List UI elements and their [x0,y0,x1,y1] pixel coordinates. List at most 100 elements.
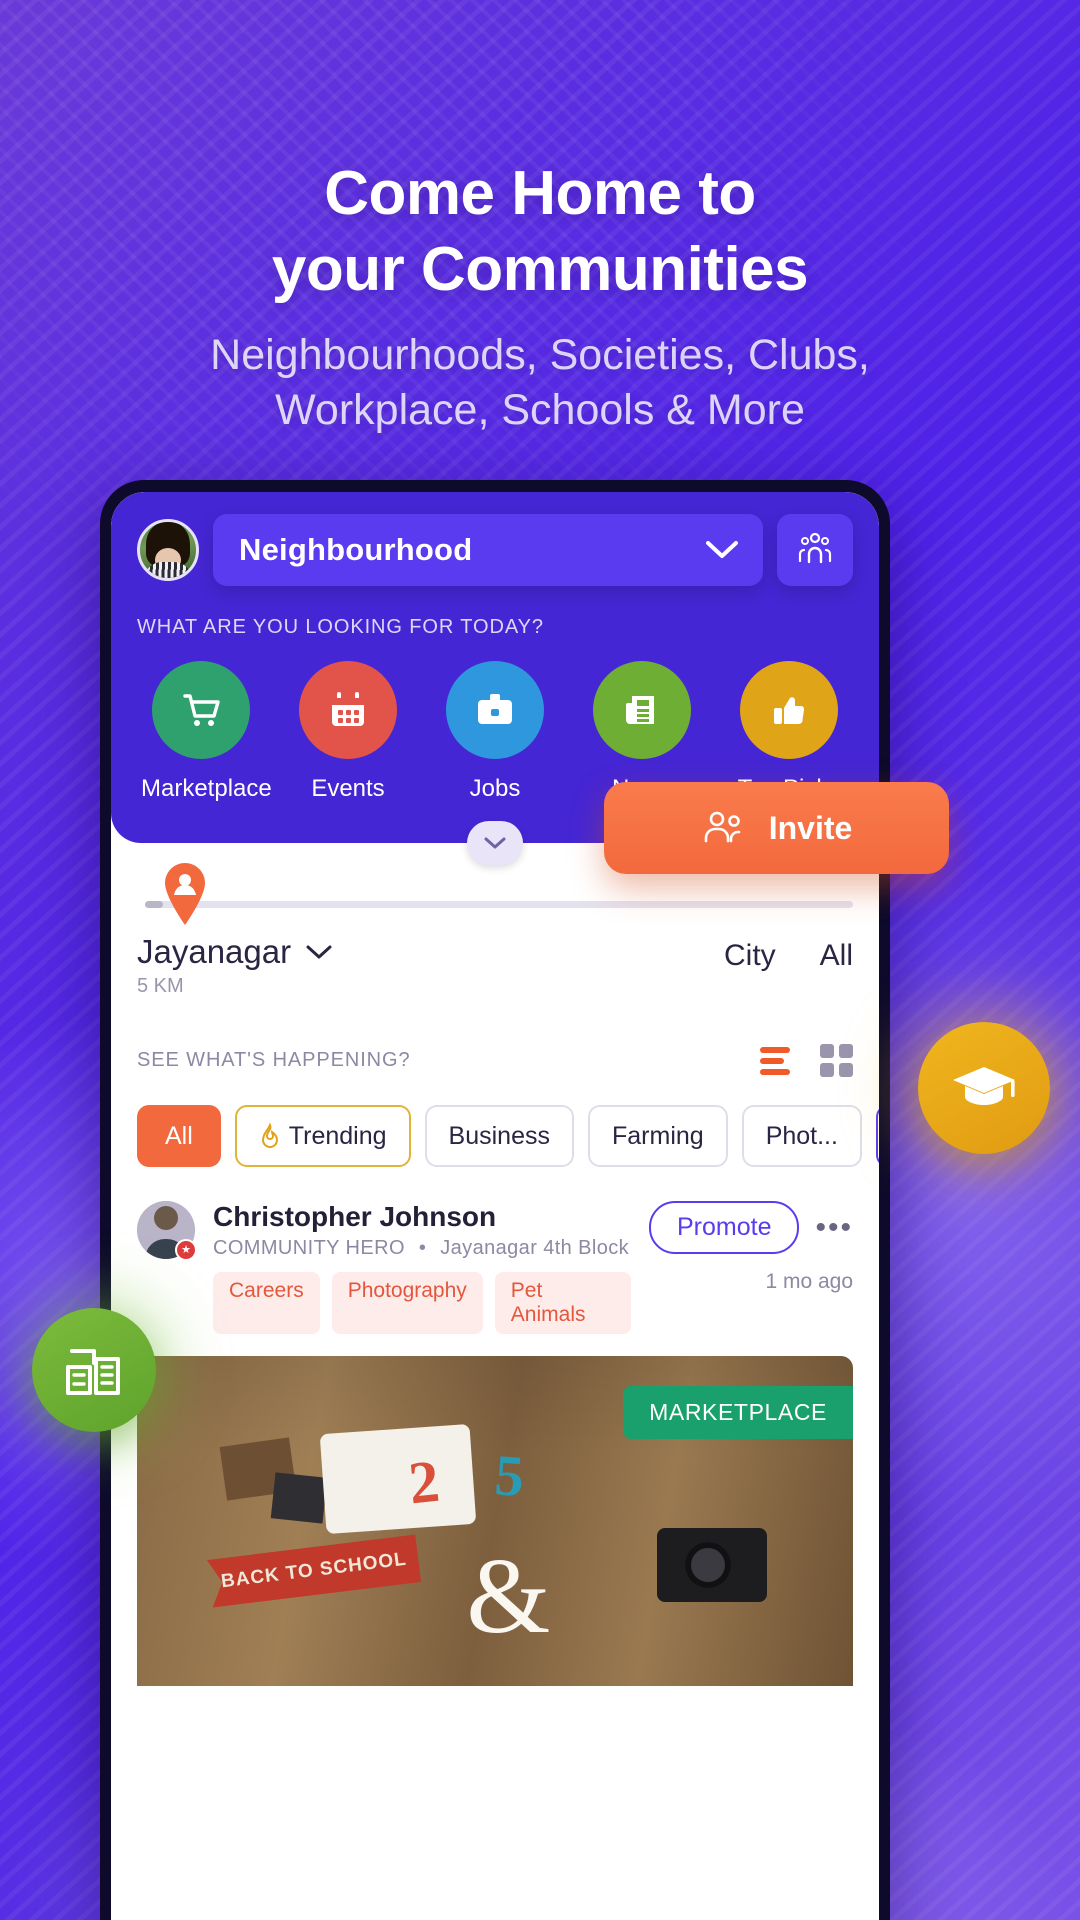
map-pin-person-icon[interactable] [159,861,211,927]
buildings-icon [62,1341,126,1399]
category-bubble [152,661,250,759]
post-author-meta: Christopher Johnson COMMUNITY HERO • Jay… [213,1201,631,1334]
category-label: Jobs [469,775,521,802]
post-author-role: COMMUNITY HERO [213,1237,405,1259]
post-image-number-right: 5 [492,1441,527,1509]
feed-post: ★ Christopher Johnson COMMUNITY HERO • J… [137,1201,853,1686]
chip-label: Phot... [765,1121,838,1150]
chip-business[interactable]: Business [424,1105,574,1167]
looking-for-label: WHAT ARE YOU LOOKING FOR TODAY? [137,616,544,638]
location-name: Jayanagar [137,933,292,970]
post-author-subline: COMMUNITY HERO • Jayanagar 4th Block [213,1237,631,1260]
people-add-icon [701,808,747,848]
app-body: Jayanagar 5 KM City All SEE WHAT'S HAPPE… [111,843,879,1686]
community-selector-value: Neighbourhood [239,532,473,567]
collapse-panel-button[interactable] [467,821,523,865]
category-bubble [740,661,838,759]
category-events[interactable]: Events [288,661,408,803]
separator-dot: • [418,1237,427,1259]
post-author-name: Christopher Johnson [213,1201,497,1232]
post-author-avatar[interactable]: ★ [137,1201,197,1261]
location-left: Jayanagar 5 KM [137,933,333,998]
chip-photography[interactable]: Phot... [741,1105,862,1167]
phone-mockup: Neighbourhood WHAT ARE YOU LOOKING FOR T… [100,480,890,1920]
category-marketplace[interactable]: Marketplace [141,661,272,803]
community-selector[interactable]: Neighbourhood [213,514,763,586]
promo-screenshot: Come Home to your Communities Neighbourh… [0,0,1080,1920]
people-group-icon [795,532,835,568]
category-jobs[interactable]: Jobs [435,661,555,803]
hero-title: Come Home to your Communities [0,163,1080,301]
promote-button[interactable]: Promote [649,1201,800,1254]
post-category-badge: MARKETPLACE [623,1386,853,1439]
app-header: Neighbourhood [137,514,853,586]
grid-view-icon[interactable] [820,1044,853,1077]
hero-section: Come Home to your Communities Neighbourh… [0,0,1080,435]
chevron-down-icon [305,944,333,960]
education-fab[interactable] [918,1022,1050,1154]
post-image-art [657,1527,768,1602]
category-label: Marketplace [141,775,272,802]
scope-city[interactable]: City [724,939,776,973]
chevron-down-icon [705,540,739,560]
scope-all[interactable]: All [820,939,853,973]
slider-track [145,901,853,908]
chip-trending[interactable]: Trending [234,1105,411,1167]
category-bubble [593,661,691,759]
phone-screen: Neighbourhood WHAT ARE YOU LOOKING FOR T… [111,492,879,1920]
chip-label: Farming [612,1121,704,1150]
list-view-icon[interactable] [760,1046,790,1075]
post-actions: Promote ••• 1 mo ago [649,1201,853,1294]
feed-section-header: SEE WHAT'S HAPPENING? [137,1044,853,1077]
graduation-cap-icon [949,1059,1019,1117]
category-bubble [299,661,397,759]
shopping-cart-icon [177,686,225,734]
location-radius: 5 KM [137,975,184,997]
more-options-icon[interactable]: ••• [815,1212,853,1243]
filter-chips: All Trending Business Farming Phot... [137,1105,879,1167]
post-image[interactable]: 2 5 BACK TO SCHOOL & MARKETPLACE [137,1356,853,1686]
avatar[interactable] [137,519,199,581]
chip-label: Business [448,1121,550,1150]
newspaper-icon [620,688,664,732]
location-row: Jayanagar 5 KM City All [137,933,853,998]
post-tags: Careers Photography Pet Animals [213,1272,631,1334]
post-tag[interactable]: Careers [213,1272,320,1334]
hero-title-line1: Come Home to [324,159,756,228]
briefcase-icon [472,687,518,733]
chip-more-arrow[interactable] [875,1105,879,1167]
post-tag[interactable]: Photography [331,1272,483,1334]
post-image-art [319,1423,477,1534]
post-timestamp: 1 mo ago [765,1270,853,1293]
thumbs-up-icon [767,688,811,732]
chip-label: Trending [288,1121,387,1150]
flame-icon [259,1123,281,1149]
chip-all[interactable]: All [137,1105,221,1167]
category-label: Events [311,775,385,802]
post-place: Jayanagar 4th Block [440,1237,630,1259]
category-bubble [446,661,544,759]
view-toggles [760,1044,853,1077]
avatar-art [146,522,190,568]
radius-slider[interactable] [137,863,853,925]
invite-label: Invite [768,809,853,846]
post-image-ampersand: & [466,1537,551,1656]
groups-button[interactable] [777,514,853,586]
post-image-banner-text: BACK TO SCHOOL [206,1535,420,1608]
chevron-down-icon [483,836,507,850]
scope-toggles: City All [724,933,853,973]
hero-subtitle-line2: Workplace, Schools & More [275,386,805,435]
location-selector[interactable]: Jayanagar [137,933,333,971]
post-header: ★ Christopher Johnson COMMUNITY HERO • J… [137,1201,853,1334]
feed-section-label: SEE WHAT'S HAPPENING? [137,1049,411,1071]
buildings-fab[interactable] [32,1308,156,1432]
star-badge-icon: ★ [175,1239,197,1261]
hero-title-line2: your Communities [271,235,809,304]
chip-farming[interactable]: Farming [588,1105,728,1167]
hero-subtitle: Neighbourhoods, Societies, Clubs, Workpl… [0,331,1080,434]
avatar-art-body [144,562,192,578]
calendar-icon [325,687,371,733]
post-image-art [270,1472,328,1524]
post-tag[interactable]: Pet Animals [494,1272,631,1334]
invite-button[interactable]: Invite [604,782,949,874]
